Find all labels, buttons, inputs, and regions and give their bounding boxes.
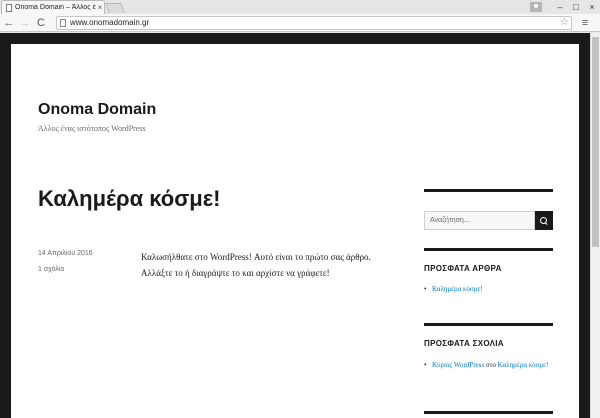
close-icon[interactable]: ×	[584, 0, 600, 14]
comment-connector: στο	[484, 361, 498, 369]
recent-posts-list: Καλημέρα κόσμε!	[424, 284, 554, 295]
page-icon	[6, 3, 12, 12]
site-title[interactable]: Onoma Domain	[38, 101, 156, 119]
post-content: Καλωσήλθατε στο WordPress! Αυτό είναι το…	[141, 249, 401, 281]
recent-comments-title: ΠΡΟΣΦΑΤΑ ΣΧΟΛΙΑ	[424, 339, 504, 348]
search-button[interactable]	[535, 211, 553, 230]
widget-divider	[424, 189, 553, 192]
widget-divider	[424, 411, 553, 414]
web-viewport: Onoma Domain Άλλος ένας ιστότοπος WordPr…	[0, 33, 600, 418]
search-input[interactable]: Αναζήτηση...	[424, 211, 535, 230]
browser-toolbar: ← → C www.onomadomain.gr ☆ ≡	[0, 14, 600, 32]
post-date[interactable]: 14 Απριλίου 2016	[38, 250, 93, 257]
page-icon	[60, 18, 66, 27]
widget-divider	[424, 323, 553, 326]
scrollbar-thumb[interactable]	[592, 37, 599, 247]
page-scrollbar[interactable]	[590, 33, 600, 418]
back-icon[interactable]: ←	[2, 16, 16, 30]
user-profile-icon[interactable]	[530, 2, 542, 12]
post-comments-link[interactable]: 1 σχόλιο	[38, 266, 64, 273]
title-bar: Onoma Domain – Άλλος ένας ιστότοπος Word…	[0, 0, 600, 14]
window-controls: – □ ×	[530, 0, 600, 14]
reload-icon[interactable]: C	[34, 16, 48, 30]
minimize-icon[interactable]: –	[552, 0, 568, 14]
tab-close-icon[interactable]: ×	[96, 3, 104, 12]
menu-icon[interactable]: ≡	[578, 17, 592, 29]
comment-author-link[interactable]: Κύριος WordPress	[432, 361, 484, 369]
list-item: Κύριος WordPress στο Καλημέρα κόσμε!	[424, 360, 554, 371]
list-item: Καλημέρα κόσμε!	[424, 284, 554, 295]
site-page: Onoma Domain Άλλος ένας ιστότοπος WordPr…	[11, 44, 579, 418]
new-tab-button[interactable]	[105, 3, 125, 13]
forward-icon[interactable]: →	[18, 16, 32, 30]
tab-title: Onoma Domain – Άλλος ένας ιστότοπος Word…	[15, 4, 96, 11]
address-bar[interactable]: www.onomadomain.gr ☆	[56, 15, 572, 30]
post-content-line: Αλλάξτε το ή διαγράψτε το και αρχίστε να…	[141, 268, 330, 278]
recent-posts-title: ΠΡΟΣΦΑΤΑ ΑΡΘΡΑ	[424, 264, 502, 273]
maximize-icon[interactable]: □	[568, 0, 584, 14]
comment-post-link[interactable]: Καλημέρα κόσμε!	[498, 361, 549, 369]
post-content-line: Καλωσήλθατε στο WordPress! Αυτό είναι το…	[141, 252, 371, 262]
browser-tab[interactable]: Onoma Domain – Άλλος ένας ιστότοπος Word…	[1, 0, 105, 14]
widget-divider	[424, 248, 553, 251]
url-text[interactable]: www.onomadomain.gr	[70, 18, 149, 27]
site-description: Άλλος ένας ιστότοπος WordPress	[38, 124, 146, 133]
recent-comments-list: Κύριος WordPress στο Καλημέρα κόσμε!	[424, 360, 554, 371]
bookmark-star-icon[interactable]: ☆	[560, 17, 569, 29]
recent-post-link[interactable]: Καλημέρα κόσμε!	[432, 285, 483, 293]
search-icon	[540, 216, 548, 225]
post-title[interactable]: Καλημέρα κόσμε!	[38, 186, 220, 212]
